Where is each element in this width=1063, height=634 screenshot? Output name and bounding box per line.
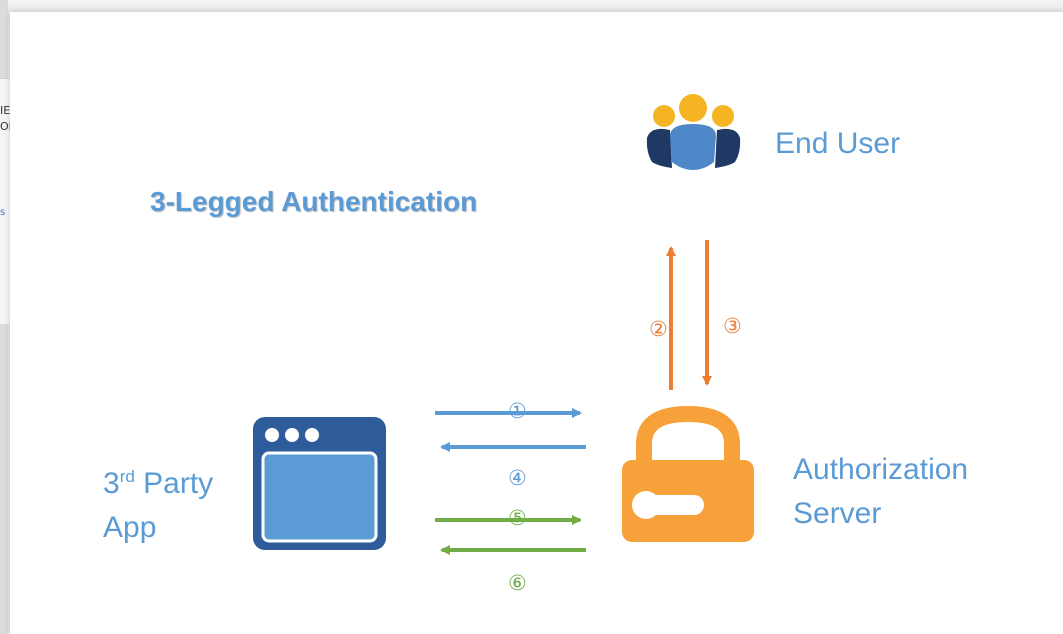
step-3-label: ③ bbox=[723, 314, 742, 338]
end-user-label: End User bbox=[775, 127, 901, 160]
padlock-icon bbox=[622, 405, 754, 542]
third-party-app-label-line1: 3rd Party bbox=[103, 462, 213, 506]
authorization-server-label-line2: Server bbox=[793, 497, 882, 530]
third-party-app-label-rest: Party bbox=[134, 467, 214, 500]
screenshot-stage: IE OI s bbox=[0, 0, 1063, 634]
step-4-label: ④ bbox=[508, 466, 527, 490]
background-link-fragment[interactable]: s bbox=[0, 207, 10, 218]
authorization-server-label: Authorization Server bbox=[793, 448, 968, 536]
third-party-app-label-line2: App bbox=[103, 511, 157, 544]
third-party-app-label-superscript: rd bbox=[119, 467, 135, 486]
diagram-title: 3-Legged Authentication bbox=[150, 186, 478, 217]
step-1-label: ① bbox=[508, 399, 527, 423]
step-5-label: ⑤ bbox=[508, 506, 527, 530]
background-text-fragment: IE bbox=[0, 104, 10, 117]
step-2-label: ② bbox=[649, 317, 668, 341]
third-party-app-label-prefix: 3 bbox=[103, 467, 120, 500]
app-window-icon bbox=[253, 417, 386, 550]
step-6-label: ⑥ bbox=[508, 571, 527, 595]
third-party-app-label: 3rd Party App bbox=[103, 462, 213, 550]
authorization-server-label-line1: Authorization bbox=[793, 453, 969, 486]
users-group-icon bbox=[646, 94, 741, 170]
background-text-fragment: OI bbox=[0, 120, 10, 133]
diagram-slide: 3-Legged Authentication End User Authori… bbox=[10, 12, 1063, 634]
